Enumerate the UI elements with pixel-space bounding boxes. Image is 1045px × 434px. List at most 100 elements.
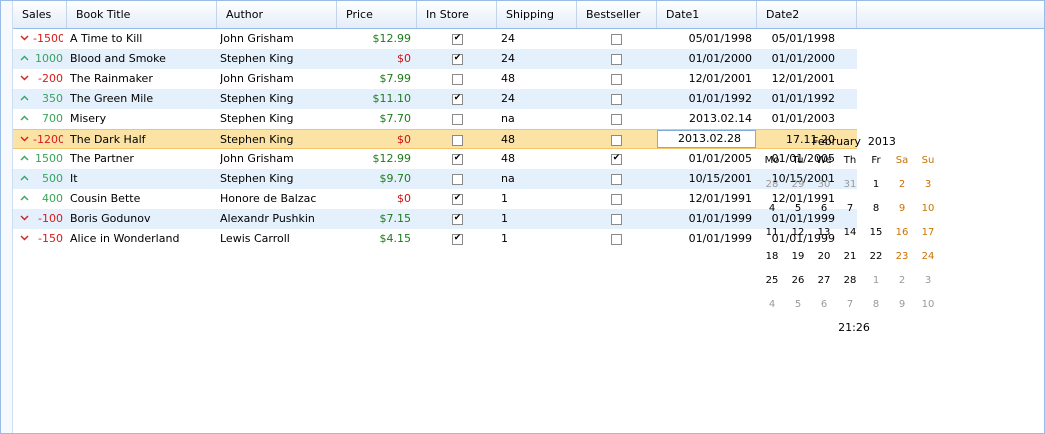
table-row[interactable]: 700 Misery Stephen King $7.70 na 2013.02.14 01… <box>13 109 857 129</box>
author-cell[interactable]: John Grisham <box>220 29 335 49</box>
author-cell[interactable]: Stephen King <box>220 49 335 69</box>
calendar-day[interactable]: 23 <box>889 245 915 269</box>
in-store-checkbox[interactable] <box>452 135 463 146</box>
price-cell[interactable]: $4.15 <box>337 229 412 249</box>
calendar-day[interactable]: 18 <box>759 245 785 269</box>
price-cell[interactable]: $12.99 <box>337 29 412 49</box>
calendar-day[interactable]: 1 <box>863 269 889 293</box>
author-cell[interactable]: Stephen King <box>220 89 335 109</box>
date2-cell[interactable]: 05/01/1998 <box>757 29 835 49</box>
bestseller-checkbox[interactable] <box>611 135 622 146</box>
price-cell[interactable]: $7.70 <box>337 109 412 129</box>
column-header-price[interactable]: Price <box>337 1 417 28</box>
column-header-date2[interactable]: Date2 <box>757 1 857 28</box>
price-cell[interactable]: $0 <box>337 189 411 209</box>
bestseller-checkbox[interactable] <box>611 114 622 125</box>
price-cell[interactable]: $7.99 <box>337 69 412 89</box>
table-row[interactable]: 350 The Green MileStephen King$11.10 24 01/… <box>13 89 857 109</box>
calendar-day[interactable]: 4 <box>759 197 785 221</box>
shipping-cell[interactable]: na <box>501 169 571 189</box>
calendar-day[interactable]: 8 <box>863 293 889 317</box>
calendar-day[interactable]: 6 <box>811 197 837 221</box>
bestseller-checkbox[interactable] <box>611 54 622 65</box>
date1-cell[interactable]: 10/15/2001 <box>657 169 752 189</box>
bestseller-checkbox[interactable] <box>611 74 622 85</box>
sales-cell[interactable]: 400 <box>33 189 63 209</box>
shipping-cell[interactable]: na <box>501 109 571 129</box>
calendar-day[interactable]: 2 <box>889 269 915 293</box>
in-store-checkbox[interactable] <box>452 214 463 225</box>
calendar-day[interactable]: 31 <box>837 173 863 197</box>
in-store-checkbox[interactable] <box>452 114 463 125</box>
price-cell[interactable]: $11.10 <box>337 89 412 109</box>
table-row[interactable]: -150 Alice in Wonderland Lewis Carroll $4.1… <box>13 229 857 249</box>
title-cell[interactable]: The Partner <box>70 149 215 169</box>
calendar-month[interactable]: February <box>812 135 861 148</box>
date1-cell[interactable]: 01/01/1999 <box>657 209 752 229</box>
price-cell[interactable]: $9.70 <box>337 169 412 189</box>
bestseller-checkbox[interactable] <box>611 34 622 45</box>
title-cell[interactable]: Boris Godunov <box>70 209 215 229</box>
date2-cell[interactable]: 01/01/1992 <box>757 89 835 109</box>
author-cell[interactable]: John Grisham <box>220 69 335 89</box>
calendar-day[interactable]: 4 <box>759 293 785 317</box>
calendar-day[interactable]: 26 <box>785 269 811 293</box>
calendar-day[interactable]: 3 <box>915 269 941 293</box>
in-store-checkbox[interactable] <box>452 234 463 245</box>
column-header-book-title[interactable]: Book Title <box>67 1 217 28</box>
calendar-day[interactable]: 24 <box>915 245 941 269</box>
title-cell[interactable]: Misery <box>70 109 215 129</box>
in-store-checkbox[interactable] <box>452 34 463 45</box>
date1-cell[interactable]: 2013.02.14 <box>657 109 752 129</box>
table-row[interactable]: -200 The Rainmaker John Grisham $7.99 48 12/0… <box>13 69 857 89</box>
title-cell[interactable]: The Rainmaker <box>70 69 215 89</box>
title-cell[interactable]: Blood and Smoke <box>70 49 215 69</box>
in-store-checkbox[interactable] <box>452 94 463 105</box>
title-cell[interactable]: Cousin Bette <box>70 189 215 209</box>
calendar-day[interactable]: 15 <box>863 221 889 245</box>
date1-cell[interactable]: 12/01/2001 <box>657 69 752 89</box>
shipping-cell[interactable]: 24 <box>501 29 571 49</box>
sales-cell[interactable]: 500 <box>33 169 63 189</box>
column-header-sales[interactable]: Sales <box>13 1 67 28</box>
in-store-checkbox[interactable] <box>452 154 463 165</box>
sales-cell[interactable]: -100 <box>33 209 63 229</box>
author-cell[interactable]: John Grisham <box>220 149 335 169</box>
author-cell[interactable]: Alexandr Pushkin <box>220 209 335 229</box>
title-cell[interactable]: The Dark Half <box>70 130 215 150</box>
shipping-cell[interactable]: 1 <box>501 229 571 249</box>
calendar-day[interactable]: 22 <box>863 245 889 269</box>
column-header-author[interactable]: Author <box>217 1 337 28</box>
shipping-cell[interactable]: 24 <box>501 89 571 109</box>
title-cell[interactable]: The Green Mile <box>70 89 215 109</box>
calendar-day[interactable]: 29 <box>785 173 811 197</box>
table-row[interactable]: -100 Boris GodunovAlexandr Pushkin$7.15 1 0… <box>13 209 857 229</box>
shipping-cell[interactable]: 1 <box>501 189 571 209</box>
calendar-day[interactable]: 9 <box>889 293 915 317</box>
calendar-day[interactable]: 20 <box>811 245 837 269</box>
sales-cell[interactable]: -1500 <box>33 29 63 49</box>
sales-cell[interactable]: 1000 <box>33 49 63 69</box>
shipping-cell[interactable]: 48 <box>501 130 571 150</box>
calendar-day[interactable]: 3 <box>915 173 941 197</box>
calendar-day[interactable]: 21 <box>837 245 863 269</box>
calendar-day[interactable]: 11 <box>759 221 785 245</box>
calendar-day[interactable]: 10 <box>915 197 941 221</box>
calendar-time[interactable]: 21:26 <box>759 321 949 334</box>
table-row[interactable]: 500 It Stephen King $9.70 na 10/15/2001 10/15/… <box>13 169 857 189</box>
title-cell[interactable]: A Time to Kill <box>70 29 215 49</box>
date1-cell[interactable]: 05/01/1998 <box>657 29 752 49</box>
calendar-day[interactable]: 7 <box>837 293 863 317</box>
column-header-date1[interactable]: Date1 <box>657 1 757 28</box>
column-header-shipping[interactable]: Shipping <box>497 1 577 28</box>
author-cell[interactable]: Stephen King <box>220 169 335 189</box>
price-cell[interactable]: $12.99 <box>337 149 412 169</box>
bestseller-checkbox[interactable] <box>611 154 622 165</box>
date1-cell[interactable]: 01/01/2005 <box>657 149 752 169</box>
bestseller-checkbox[interactable] <box>611 174 622 185</box>
author-cell[interactable]: Stephen King <box>220 130 335 150</box>
title-cell[interactable]: Alice in Wonderland <box>70 229 215 249</box>
shipping-cell[interactable]: 1 <box>501 209 571 229</box>
sales-cell[interactable]: 700 <box>33 109 63 129</box>
date1-cell[interactable]: 01/01/1992 <box>657 89 752 109</box>
